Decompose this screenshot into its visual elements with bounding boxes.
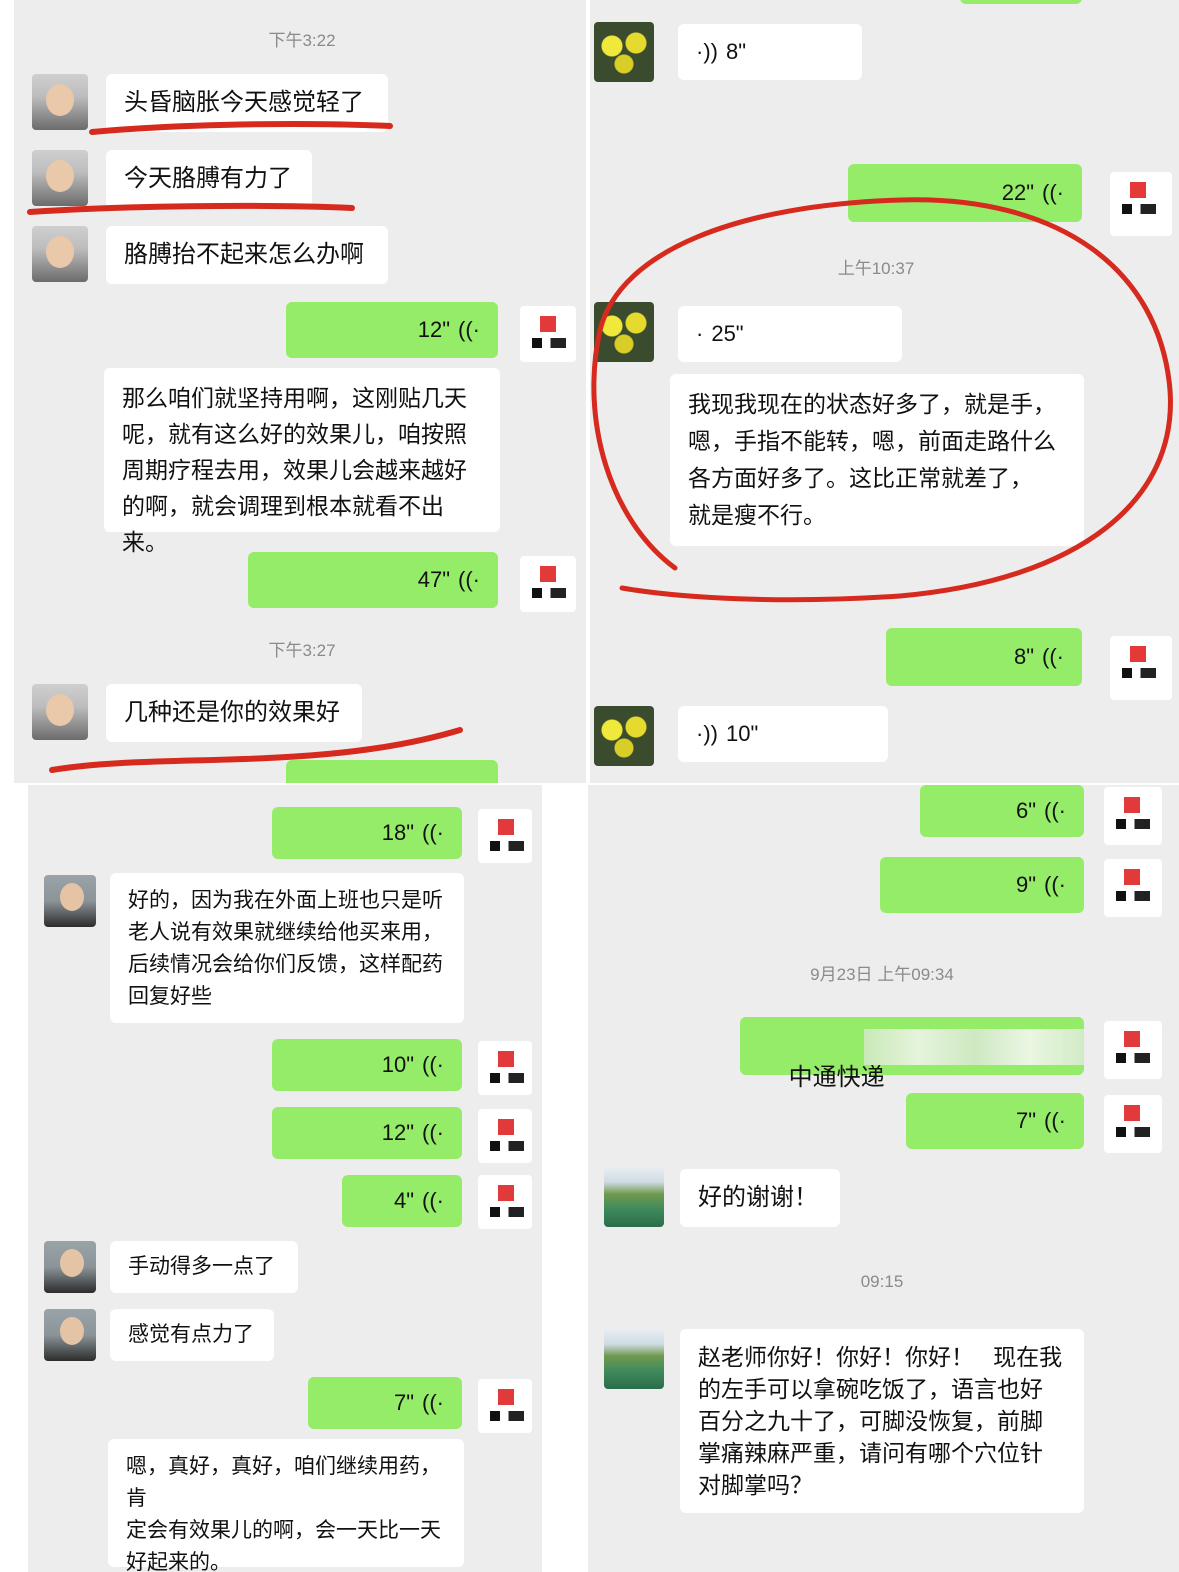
voice-wave-icon: ((· [422,1188,444,1213]
voice-message-sent-partial[interactable] [286,760,498,783]
message-bubble: 感觉有点力了 [110,1309,274,1361]
voice-message-sent[interactable]: 8" ((· [886,628,1082,686]
voice-transcript: 我现我现在的状态好多了，就是手， 嗯，手指不能转，嗯，前面走路什么 各方面好多了… [670,374,1084,546]
voice-wave-icon: ((· [1044,1108,1066,1133]
voice-wave-icon: ((· [422,1120,444,1145]
voice-wave-icon: ((· [1042,180,1064,205]
voice-wave-icon: ((· [458,317,480,342]
message-bubble: 头昏脑胀今天感觉轻了 [106,74,388,132]
voice-message-sent[interactable]: 12" ((· [272,1107,462,1159]
voice-wave-icon: ((· [422,1052,444,1077]
voice-message-sent[interactable]: 12" ((· [286,302,498,358]
voice-message-sent[interactable]: 4" ((· [342,1175,462,1227]
my-avatar[interactable] [1104,1021,1162,1079]
contact-avatar[interactable] [604,1167,664,1227]
voice-duration: 12" [417,317,451,342]
voice-duration: 22" [1001,180,1035,205]
voice-wave-icon: ·)) [696,721,718,746]
redacted-tracking-number [864,1029,1084,1065]
contact-avatar[interactable] [44,1309,96,1361]
voice-duration: 7" [1015,1108,1037,1133]
voice-message-sent[interactable]: 47" ((· [248,552,498,608]
voice-duration: 18" [381,820,415,845]
timestamp: 09:15 [860,1272,904,1291]
message-bubble: 那么咱们就坚持用啊，这刚贴几天 呢，就有这么好的效果儿，咱按照 周期疗程去用，效… [104,368,500,555]
timestamp: 上午10:37 [837,259,915,278]
timestamp: 下午3:22 [268,31,336,50]
my-avatar[interactable] [478,809,532,863]
my-avatar[interactable] [478,1109,532,1163]
my-avatar[interactable] [478,1379,532,1433]
voice-message-sent[interactable]: 10" ((· [272,1039,462,1091]
voice-wave-icon: ((· [422,1390,444,1415]
voice-wave-icon: ((· [422,820,444,845]
my-avatar[interactable] [1104,787,1162,845]
voice-duration: 12" [381,1120,415,1145]
my-avatar[interactable] [520,306,576,362]
express-label: 中通快递 [788,1064,885,1091]
my-avatar[interactable] [1104,1095,1162,1153]
voice-message-sent[interactable]: 7" ((· [308,1377,462,1429]
voice-duration: 47" [417,567,451,592]
voice-wave-icon: ((· [458,567,480,592]
contact-avatar[interactable] [32,226,88,282]
chat-panel-bottom-right: 6" ((· 9" ((· 9月23日 上午09:34 中通快递 7" ((· … [588,785,1179,1572]
voice-duration: 25" [711,321,744,346]
my-avatar[interactable] [478,1175,532,1229]
contact-avatar[interactable] [32,684,88,740]
contact-avatar[interactable] [32,150,88,206]
my-avatar[interactable] [1110,172,1172,236]
voice-wave-icon: ((· [1042,644,1064,669]
message-bubble: 手动得多一点了 [110,1241,298,1293]
voice-wave-icon: ·)) [696,39,718,64]
voice-duration: 4" [393,1188,415,1213]
voice-duration: 8" [1013,644,1035,669]
message-bubble: 几种还是你的效果好 [106,684,362,742]
voice-duration: 8" [725,39,747,64]
message-bubble: 赵老师你好！你好！你好！ 现在我 的左手可以拿碗吃饭了，语言也好 百分之九十了，… [680,1329,1084,1513]
voice-wave-icon: ((· [1044,872,1066,897]
voice-message-sent[interactable]: 22" ((· [848,164,1082,222]
voice-message-received[interactable]: ·)) 10" [678,706,888,762]
contact-avatar[interactable] [44,1241,96,1293]
message-bubble: 今天胳膊有力了 [106,150,312,208]
my-avatar[interactable] [478,1041,532,1095]
chat-panel-top-left: 下午3:22 头昏脑胀今天感觉轻了 今天胳膊有力了 胳膊抬不起来怎么办啊 12"… [14,0,586,783]
chat-panel-top-right: ·)) 8" 22" ((· 上午10:37 · 25" 我现我现在的状态好多了… [590,0,1179,783]
voice-duration: 6" [1015,798,1037,823]
message-bubble: 胳膊抬不起来怎么办啊 [106,226,388,284]
voice-message-sent[interactable]: 7" ((· [906,1093,1084,1149]
voice-message-sent-partial[interactable] [960,0,1082,4]
message-bubble: 嗯，真好，真好，咱们继续用药，肯 定会有效果儿的啊，会一天比一天 好起来的。 [108,1439,464,1572]
contact-avatar[interactable] [594,302,654,362]
my-avatar[interactable] [1104,859,1162,917]
voice-message-received[interactable]: · 25" [678,306,902,362]
voice-duration: 7" [393,1390,415,1415]
voice-duration: 10" [725,721,759,746]
contact-avatar[interactable] [594,706,654,766]
voice-wave-icon: ((· [1044,798,1066,823]
voice-duration: 10" [381,1052,415,1077]
timestamp: 下午3:27 [268,641,336,660]
my-avatar[interactable] [1110,636,1172,700]
chat-panel-bottom-left: 18" ((· 好的，因为我在外面上班也只是听 老人说有效果就继续给他买来用， … [28,785,542,1572]
voice-message-sent[interactable]: 6" ((· [920,785,1084,837]
voice-duration: 9" [1015,872,1037,897]
message-bubble: 好的，因为我在外面上班也只是听 老人说有效果就继续给他买来用， 后续情况会给你们… [110,873,464,1023]
message-bubble: 好的谢谢！ [680,1169,840,1227]
my-avatar[interactable] [520,556,576,612]
voice-wave-icon: · [696,321,704,346]
voice-message-sent[interactable]: 9" ((· [880,857,1084,913]
contact-avatar[interactable] [32,74,88,130]
timestamp: 9月23日 上午09:34 [810,965,954,984]
voice-message-received[interactable]: ·)) 8" [678,24,862,80]
contact-avatar[interactable] [604,1329,664,1389]
contact-avatar[interactable] [44,875,96,927]
contact-avatar[interactable] [594,22,654,82]
voice-message-sent[interactable]: 18" ((· [272,807,462,859]
